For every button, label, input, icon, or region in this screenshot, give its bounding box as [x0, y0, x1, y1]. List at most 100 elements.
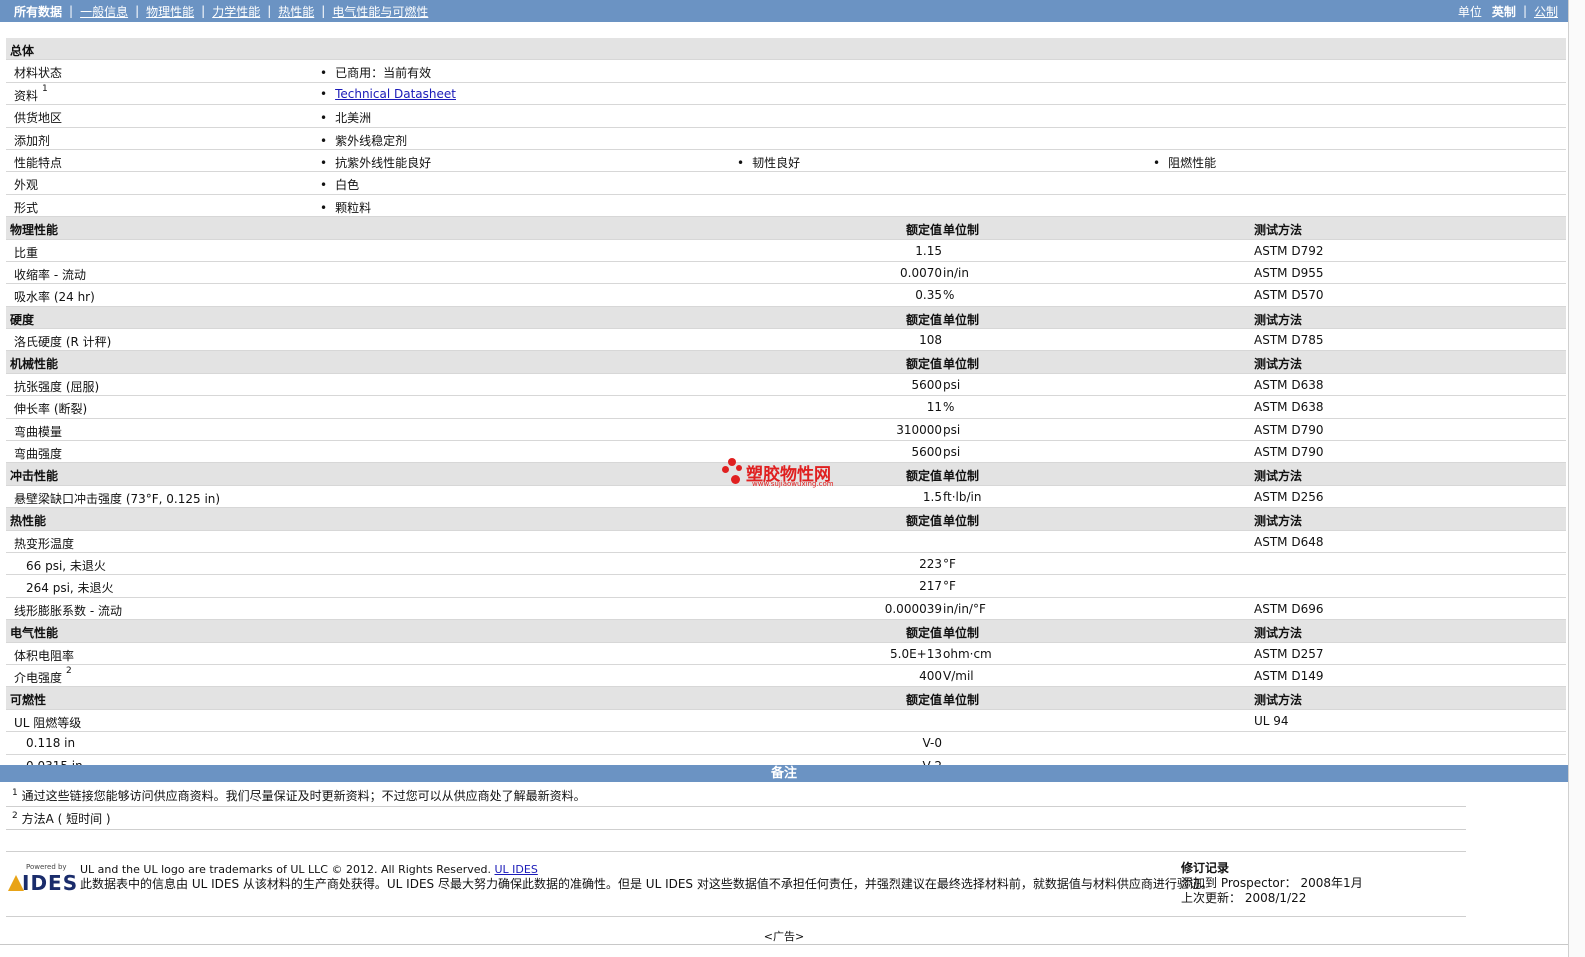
test-method: ASTM D790 [1254, 422, 1324, 437]
row-label: 性能特点 [14, 155, 63, 170]
scrollbar[interactable] [1568, 0, 1585, 957]
general-row: 资料1 Technical Datasheet [6, 83, 1566, 106]
property-unit: ft·lb/in [943, 489, 982, 504]
section-title: 机械性能 [10, 357, 59, 372]
nav-mechanical[interactable]: 力学性能 [212, 3, 260, 20]
watermark: 塑胶物性网 www.sujiaowuxing.com [720, 458, 860, 488]
property-row: 体积电阻率 5.0E+13 ohm·cm ASTM D257 [6, 643, 1566, 665]
property-value: 5.0E+13 [890, 646, 942, 661]
section-header: 热性能 额定值 单位制 测试方法 [6, 508, 1566, 531]
property-unit: °F [943, 579, 956, 594]
property-value: 5600 [911, 377, 942, 392]
property-label: 介电强度 [14, 670, 63, 685]
row-value: 阻燃性能 [1153, 154, 1216, 171]
property-label: 热变形温度 [14, 536, 75, 551]
property-value: 5600 [911, 445, 942, 460]
property-label: 吸水率 (24 hr) [14, 290, 95, 305]
col-header-method: 测试方法 [1254, 693, 1303, 708]
test-method: ASTM D648 [1254, 534, 1324, 549]
property-unit: % [943, 288, 955, 303]
col-header-method: 测试方法 [1254, 469, 1303, 484]
nav-thermal[interactable]: 热性能 [278, 3, 314, 20]
col-header-method: 测试方法 [1254, 626, 1303, 641]
property-value: 0.0070 [900, 265, 942, 280]
general-row: 外观 白色 [6, 172, 1566, 195]
section-header-general: 总体 [6, 38, 1566, 61]
col-header-value: 额定值 [905, 514, 942, 529]
col-header-value: 额定值 [905, 357, 942, 372]
nav-general-info[interactable]: 一般信息 [80, 3, 128, 20]
nav-electrical-flammability[interactable]: 电气性能与可燃性 [332, 3, 428, 20]
row-label: 形式 [14, 200, 39, 215]
row-label: 资料 [14, 88, 39, 103]
section-header: 机械性能 额定值 单位制 测试方法 [6, 351, 1566, 374]
ul-ides-link[interactable]: UL IDES [495, 863, 538, 876]
row-label: 供货地区 [14, 111, 63, 126]
property-label: 弯曲模量 [14, 424, 63, 439]
unit-metric[interactable]: 公制 [1534, 3, 1558, 20]
property-value: 0.35 [915, 288, 942, 303]
technical-datasheet-link[interactable]: Technical Datasheet [335, 87, 456, 101]
property-unit: psi [943, 445, 961, 460]
nav-physical[interactable]: 物理性能 [146, 3, 194, 20]
unit-imperial[interactable]: 英制 [1492, 3, 1516, 20]
col-header-value: 额定值 [905, 626, 942, 641]
unit-label: 单位 [1457, 4, 1482, 19]
general-row: 性能特点 抗紫外线性能良好 韧性良好 阻燃性能 [6, 150, 1566, 173]
property-value: 310000 [896, 422, 942, 437]
property-row: 洛氏硬度 (R 计秤) 108 ASTM D785 [6, 329, 1566, 352]
datasheet-table: 总体材料状态 已商用：当前有效资料1 Technical Datasheet 供货地区… [6, 38, 1566, 777]
row-value: 颗粒料 [320, 199, 371, 216]
property-unit: % [943, 400, 955, 415]
ides-logo: Powered by IDES [8, 863, 77, 895]
value-text: 已商用：当前有效 [335, 66, 432, 81]
property-label: UL 阻燃等级 [14, 715, 82, 730]
property-row: 介电强度 2 400 V/mil ASTM D149 [6, 665, 1566, 688]
property-row: 264 psi, 未退火 217 °F [6, 575, 1566, 598]
col-header-value: 额定值 [905, 223, 942, 238]
col-header-method: 测试方法 [1254, 514, 1303, 529]
property-label: 66 psi, 未退火 [26, 558, 106, 573]
property-row: 吸水率 (24 hr) 0.35% ASTM D570 [6, 284, 1566, 307]
section-title: 可燃性 [10, 693, 47, 708]
col-header-value: 额定值 [905, 693, 942, 708]
test-method: ASTM D785 [1254, 333, 1324, 348]
general-row: 形式 颗粒料 [6, 195, 1566, 218]
property-label: 弯曲强度 [14, 447, 63, 462]
section-header: 硬度 额定值 单位制 测试方法 [6, 306, 1566, 330]
property-label: 线形膨胀系数 - 流动 [14, 603, 122, 618]
section-title: 热性能 [10, 514, 47, 529]
property-value: 0.000039 [884, 601, 942, 616]
property-unit: psi [943, 422, 961, 437]
property-row: 悬壁梁缺口冲击强度 (73°F, 0.125 in) 1.5 ft·lb/in AST… [6, 486, 1566, 509]
section-title: 电气性能 [10, 626, 59, 641]
row-value: 已商用：当前有效 [320, 64, 431, 81]
row-label: 添加剂 [14, 133, 51, 148]
test-method: ASTM D256 [1254, 489, 1324, 504]
section-header: 物理性能 额定值 单位制 测试方法 [6, 217, 1566, 240]
property-label: 0.118 in [26, 736, 76, 751]
row-label: 材料状态 [14, 66, 63, 81]
property-label: 体积电阻率 [14, 648, 75, 663]
value-text: 白色 [335, 178, 360, 193]
col-header-unit: 单位制 [943, 357, 980, 372]
property-unit: V/mil [943, 668, 974, 683]
property-unit: in/in [943, 265, 969, 280]
row-value: 韧性良好 [737, 154, 800, 171]
property-value: 108 [919, 333, 942, 348]
row-value: 北美洲 [320, 109, 371, 126]
value-text: 抗紫外线性能良好 [335, 155, 432, 170]
property-value: 400 [919, 668, 942, 683]
property-label: 伸长率 (断裂) [14, 402, 88, 417]
test-method: ASTM D955 [1254, 265, 1324, 280]
col-header-method: 测试方法 [1254, 223, 1303, 238]
note-1: 1 通过这些链接您能够访问供应商资料。我们尽量保证及时更新资料；不过您可以从供应… [12, 788, 586, 803]
col-header-value: 额定值 [905, 312, 942, 327]
row-value[interactable]: Technical Datasheet [320, 87, 456, 101]
col-header-unit: 单位制 [943, 693, 980, 708]
test-method: ASTM D570 [1254, 288, 1324, 303]
property-value: 217 [919, 579, 942, 594]
col-header-unit: 单位制 [943, 223, 980, 238]
row-value: 抗紫外线性能良好 [320, 154, 431, 171]
nav-all-data[interactable]: 所有数据 [14, 3, 62, 20]
